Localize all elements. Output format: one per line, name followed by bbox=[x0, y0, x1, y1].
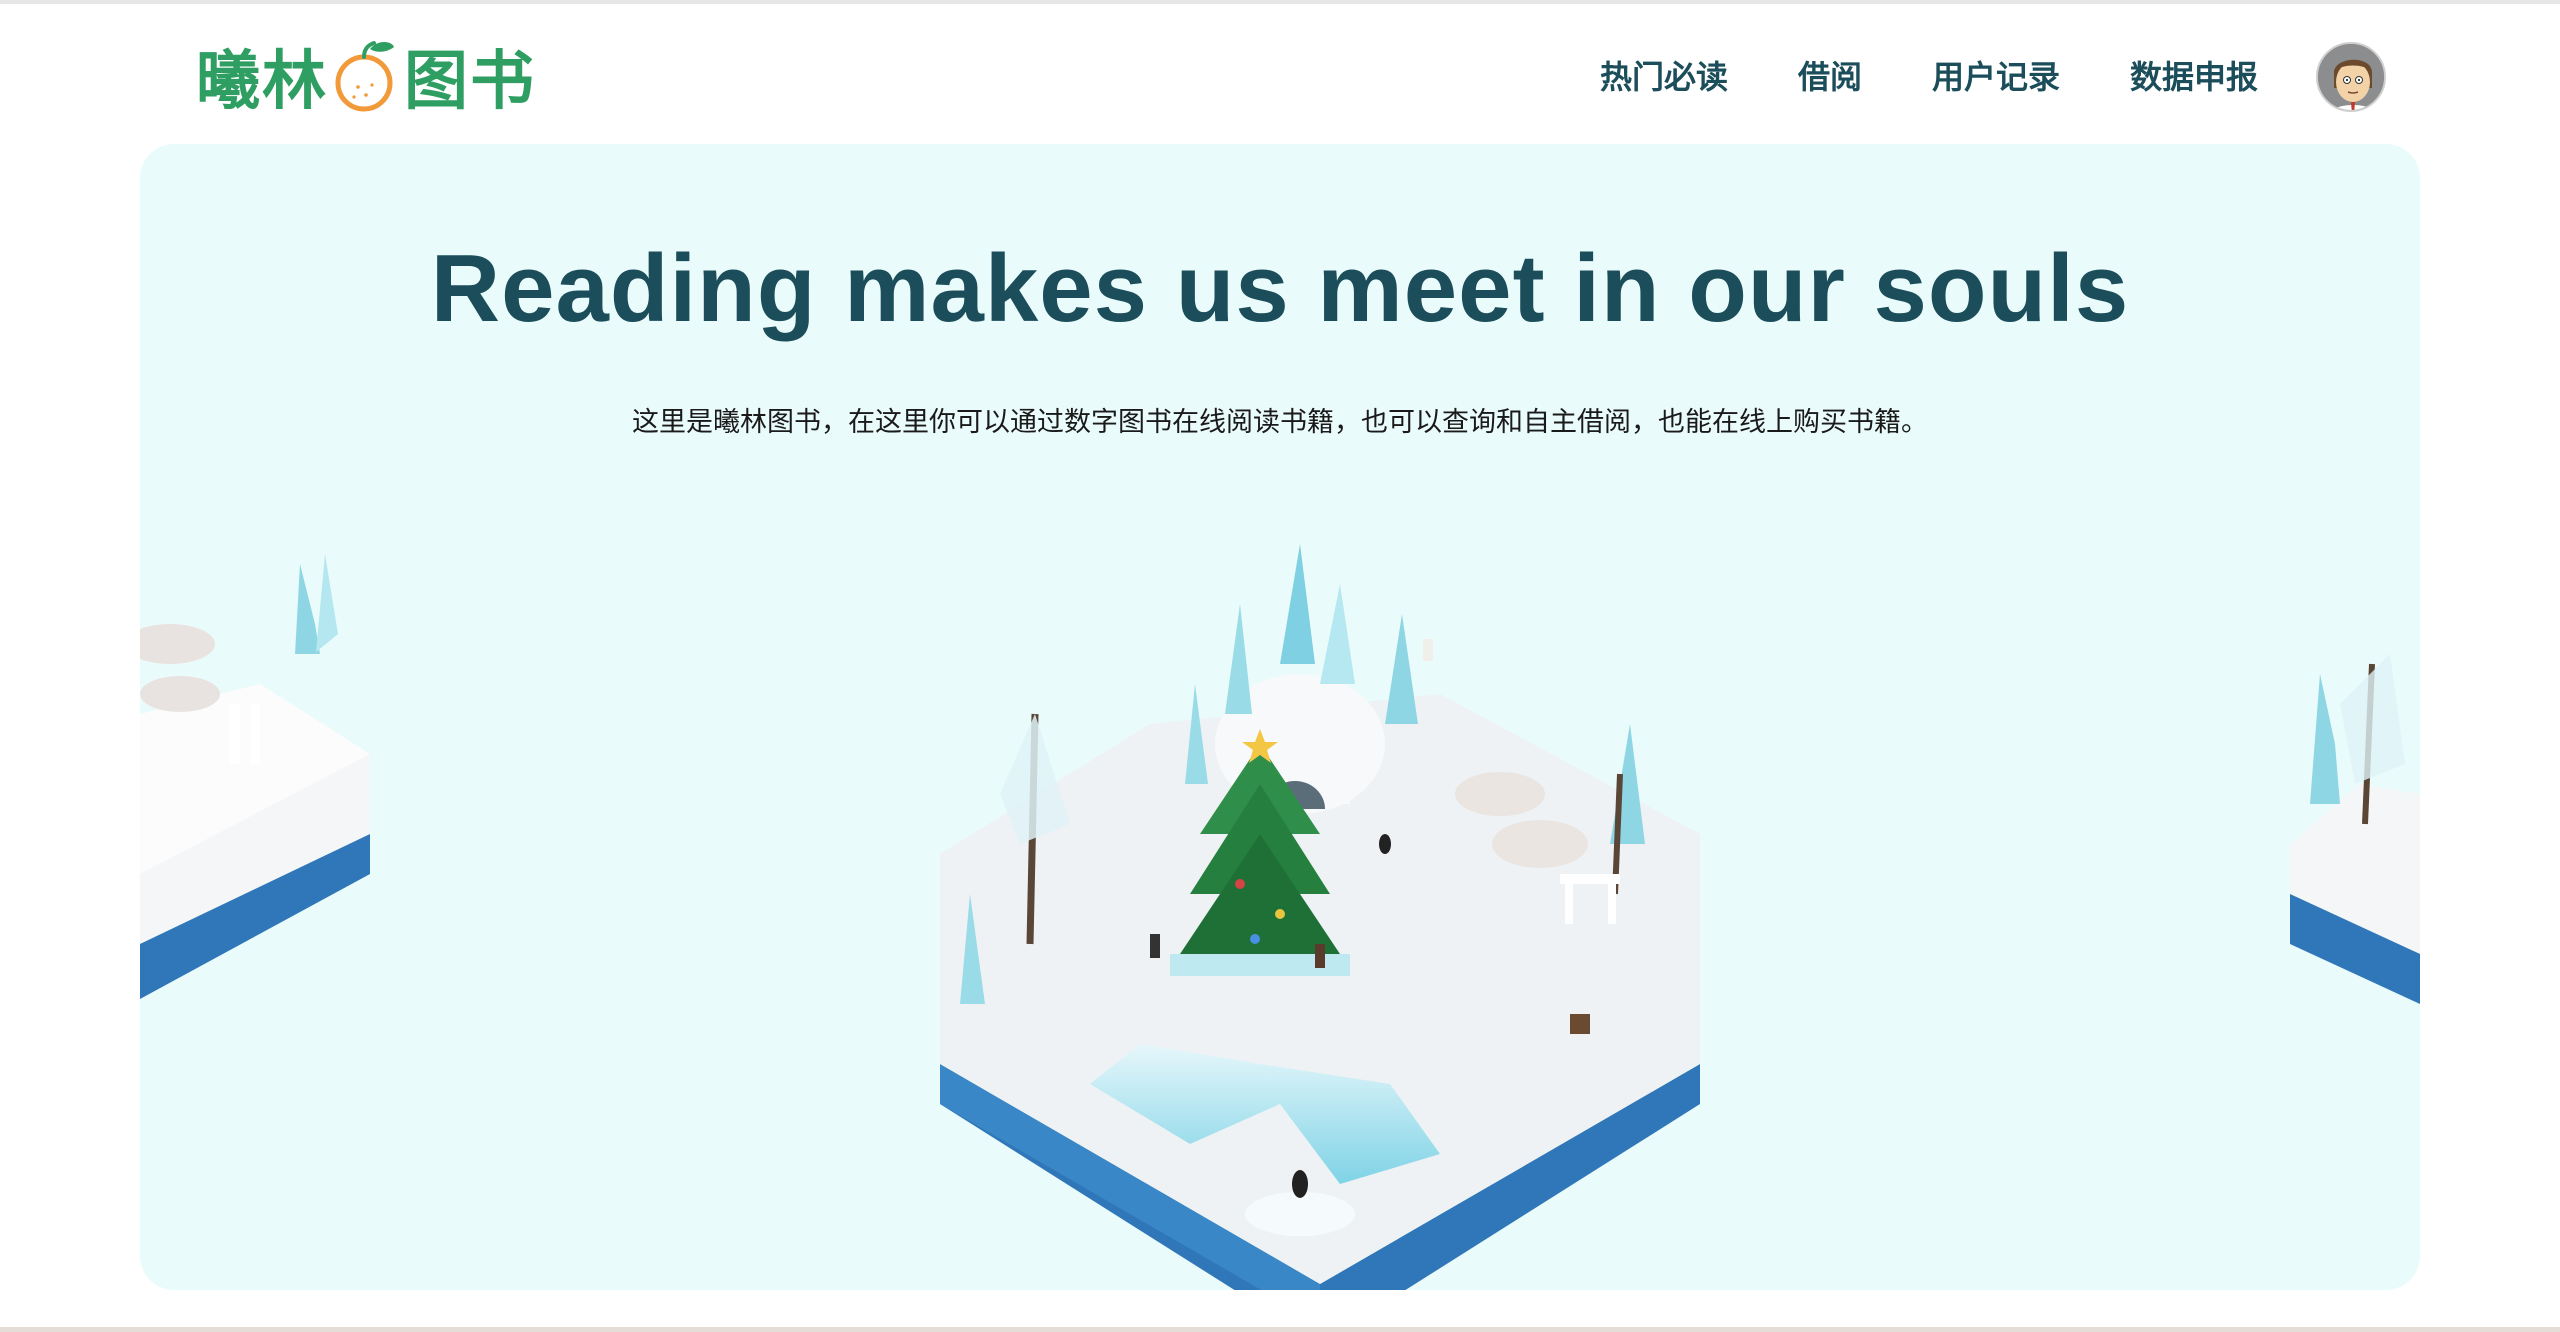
nav-item-borrow[interactable]: 借阅 bbox=[1798, 52, 1862, 98]
right-island bbox=[2290, 654, 2420, 1004]
site-logo[interactable]: 曦林 图书 bbox=[196, 26, 536, 126]
hero-title: Reading makes us meet in our souls bbox=[430, 235, 2130, 342]
logo-text-right: 图书 bbox=[404, 45, 536, 119]
left-island bbox=[140, 554, 370, 999]
main-nav: 热门必读 借阅 用户记录 数据申报 bbox=[1530, 52, 2258, 98]
hero-banner: Reading makes us meet in our souls 这里是曦林… bbox=[140, 144, 2420, 1290]
user-avatar[interactable] bbox=[2316, 42, 2386, 112]
nav-item-user-records[interactable]: 用户记录 bbox=[1932, 52, 2060, 98]
nav-item-hot-reads[interactable]: 热门必读 bbox=[1600, 52, 1728, 98]
snow-island-illustration bbox=[140, 544, 2420, 1290]
bottom-border bbox=[0, 1327, 2560, 1332]
hero-subtitle: 这里是曦林图书，在这里你可以通过数字图书在线阅读书籍，也可以查询和自主借阅，也能… bbox=[632, 407, 1928, 438]
site-header: 曦林 图书 热门必读 借阅 用户记录 数据申报 bbox=[0, 4, 2560, 144]
avatar-portrait bbox=[2318, 44, 2384, 110]
orange-fruit-icon bbox=[335, 41, 394, 112]
center-island bbox=[940, 544, 1700, 1290]
logo-text-left: 曦林 bbox=[196, 45, 328, 119]
nav-item-data-report[interactable]: 数据申报 bbox=[2130, 52, 2258, 98]
